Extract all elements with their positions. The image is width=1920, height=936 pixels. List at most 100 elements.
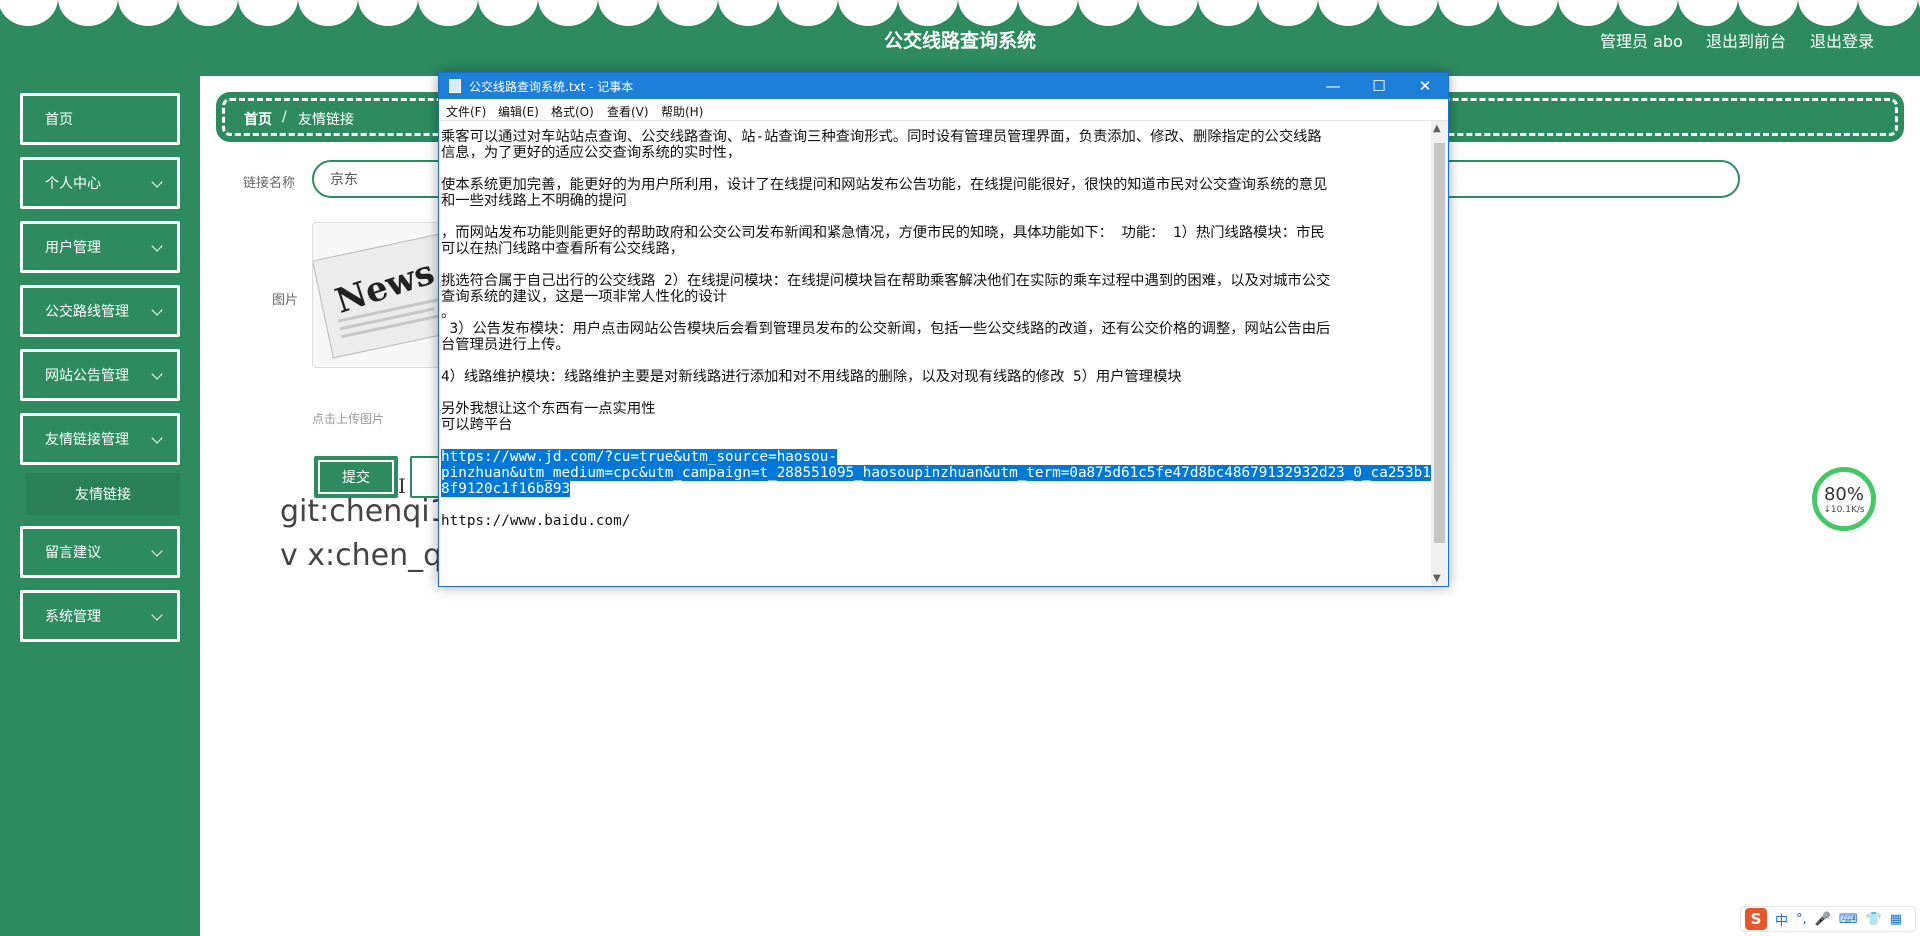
minimize-icon[interactable]: — xyxy=(1310,73,1356,99)
breadcrumb-separator: / xyxy=(282,109,287,125)
chevron-down-icon xyxy=(151,304,163,316)
scroll-down-icon[interactable]: ▼ xyxy=(1433,573,1441,584)
sidebar-item-label: 首页 xyxy=(45,112,73,128)
notepad-menubar: 文件(F) 编辑(E) 格式(O) 查看(V) 帮助(H) xyxy=(439,99,1448,121)
ime-punctuation-icon[interactable]: °, xyxy=(1796,912,1807,927)
header-scallop xyxy=(358,0,418,26)
notepad-line: 台管理员进行上传。 xyxy=(441,337,570,353)
header-scallop xyxy=(1138,0,1198,26)
submit-button[interactable]: 提交 xyxy=(314,456,398,498)
notepad-icon xyxy=(449,79,461,93)
header-scallop xyxy=(658,0,718,26)
chevron-down-icon xyxy=(151,609,163,621)
header-scallop xyxy=(118,0,178,26)
header-scallop-decoration xyxy=(0,0,1920,26)
upload-hint[interactable]: 点击上传图片 xyxy=(312,410,384,427)
notepad-line: 和一些对线路上不明确的提问 xyxy=(441,193,627,209)
link-name-label: 链接名称 xyxy=(243,176,296,191)
header-scallop xyxy=(1618,0,1678,26)
header-scallop xyxy=(1318,0,1378,26)
notepad-selected-line: 8f9120c1f16b893 xyxy=(441,481,571,497)
sidebar-item-user-management[interactable]: 用户管理 xyxy=(20,221,180,273)
notepad-title: 公交线路查询系统.txt - 记事本 xyxy=(469,79,634,94)
chevron-down-icon xyxy=(151,176,163,188)
header-scallop xyxy=(1378,0,1438,26)
admin-label[interactable]: 管理员 abo xyxy=(1600,28,1683,52)
menu-file[interactable]: 文件(F) xyxy=(446,103,486,120)
header-scallop xyxy=(178,0,238,26)
keyboard-icon[interactable]: ⌨ xyxy=(1839,912,1858,927)
scroll-up-icon[interactable]: ▲ xyxy=(1433,123,1441,134)
header-scallop xyxy=(838,0,898,26)
logout-link[interactable]: 退出登录 xyxy=(1810,28,1874,52)
menu-format[interactable]: 格式(O) xyxy=(551,103,594,120)
header-scallop xyxy=(238,0,298,26)
sidebar-item-label: 公交路线管理 xyxy=(45,304,129,320)
header-scallop xyxy=(1258,0,1318,26)
header-scallop xyxy=(1438,0,1498,26)
sidebar-item-announcement-management[interactable]: 网站公告管理 xyxy=(20,349,180,401)
notepad-selected-line: https://www.jd.com/?cu=true&utm_source=h… xyxy=(441,449,837,465)
notepad-line: ，而网站发布功能则能更好的帮助政府和公交公司发布新闻和紧急情况，方便市民的知晓，… xyxy=(441,225,1325,241)
sidebar-item-message-suggestion[interactable]: 留言建议 xyxy=(20,526,180,578)
header-scallop xyxy=(958,0,1018,26)
sidebar-item-label: 网站公告管理 xyxy=(45,368,129,384)
header-scallop xyxy=(1798,0,1858,26)
menu-help[interactable]: 帮助(H) xyxy=(661,103,703,120)
image-label: 图片 xyxy=(272,293,299,308)
notepad-selected-line: pinzhuan&utm_medium=cpc&utm_campaign=t_2… xyxy=(441,465,1431,481)
menu-edit[interactable]: 编辑(E) xyxy=(498,103,539,120)
notepad-line: 挑选符合属于自己出行的公交线路 2）在线提问模块：在线提问模块旨在帮助乘客解决他… xyxy=(441,273,1331,289)
header-scallop xyxy=(58,0,118,26)
exit-to-front-link[interactable]: 退出到前台 xyxy=(1706,28,1786,52)
sidebar-item-personal-center[interactable]: 个人中心 xyxy=(20,157,180,209)
notepad-line: 3）公告发布模块：用户点击网站公告模块后会看到管理员发布的公交新闻，包括一些公交… xyxy=(441,321,1331,337)
scroll-thumb[interactable] xyxy=(1434,143,1445,543)
close-icon[interactable]: ✕ xyxy=(1402,73,1448,99)
notepad-line: 。 xyxy=(441,305,456,321)
header-scallop xyxy=(1498,0,1558,26)
link-name-value: 京东 xyxy=(330,172,358,188)
network-percent: 80% xyxy=(1823,483,1864,505)
reset-button[interactable] xyxy=(410,456,440,498)
image-upload-preview[interactable]: News xyxy=(312,222,442,368)
notepad-line: 4）线路维护模块：线路维护主要是对新线路进行添加和对不用线路的删除，以及对现有线… xyxy=(441,369,1182,385)
notepad-line: 另外我想让这个东西有一点实用性 xyxy=(441,401,656,417)
ime-mode-chinese[interactable]: 中 xyxy=(1775,910,1788,929)
breadcrumb-home[interactable]: 首页 xyxy=(244,109,272,129)
header: 公交线路查询系统 管理员 abo 退出到前台 退出登录 xyxy=(0,0,1920,76)
network-speed-widget[interactable]: 80% ↓10.1K/s xyxy=(1812,467,1876,531)
notepad-text-area[interactable]: 乘客可以通过对车站站点查询、公交线路查询、站-站查询三种查询形式。同时设有管理员… xyxy=(439,121,1431,586)
notepad-line: 信息，为了更好的适应公交查询系统的实时性， xyxy=(441,145,742,161)
notepad-scrollbar[interactable]: ▲ ▼ xyxy=(1431,121,1448,586)
news-image: News xyxy=(313,231,441,359)
sidebar-item-label: 系统管理 xyxy=(45,609,101,625)
toolbox-icon[interactable]: ▦ xyxy=(1890,912,1902,927)
sogou-logo-icon[interactable]: S xyxy=(1745,908,1767,930)
header-scallop xyxy=(298,0,358,26)
sidebar-item-bus-route-management[interactable]: 公交路线管理 xyxy=(20,285,180,337)
notepad-titlebar[interactable]: 公交线路查询系统.txt - 记事本 — ☐ ✕ xyxy=(439,73,1448,99)
breadcrumb-current: 友情链接 xyxy=(298,112,354,128)
sidebar-item-system-management[interactable]: 系统管理 xyxy=(20,590,180,642)
header-scallop xyxy=(478,0,538,26)
microphone-icon[interactable]: 🎤 xyxy=(1815,912,1831,927)
notepad-window[interactable]: 公交线路查询系统.txt - 记事本 — ☐ ✕ 文件(F) 编辑(E) 格式(… xyxy=(438,72,1449,587)
sidebar-subitem-friend-link[interactable]: 友情链接 xyxy=(26,473,180,515)
header-scallop xyxy=(1858,0,1918,26)
sidebar-item-label: 个人中心 xyxy=(45,176,101,192)
ime-toolbar[interactable]: S 中 °, 🎤 ⌨ 👕 ▦ xyxy=(1740,906,1916,932)
sidebar-item-label: 留言建议 xyxy=(45,545,101,561)
menu-view[interactable]: 查看(V) xyxy=(607,103,649,120)
header-scallop xyxy=(418,0,478,26)
maximize-icon[interactable]: ☐ xyxy=(1356,73,1402,99)
sidebar-item-home[interactable]: 首页 xyxy=(20,93,180,145)
header-scallop xyxy=(0,0,58,26)
notepad-line: 查询系统的建议，这是一项非常人性化的设计 xyxy=(441,289,727,305)
header-scallop xyxy=(1018,0,1078,26)
chevron-down-icon xyxy=(151,368,163,380)
sidebar-item-label: 友情链接管理 xyxy=(45,432,129,448)
skin-icon[interactable]: 👕 xyxy=(1866,912,1882,927)
header-scallop xyxy=(1078,0,1138,26)
sidebar-item-friend-link-management[interactable]: 友情链接管理 xyxy=(20,413,180,465)
